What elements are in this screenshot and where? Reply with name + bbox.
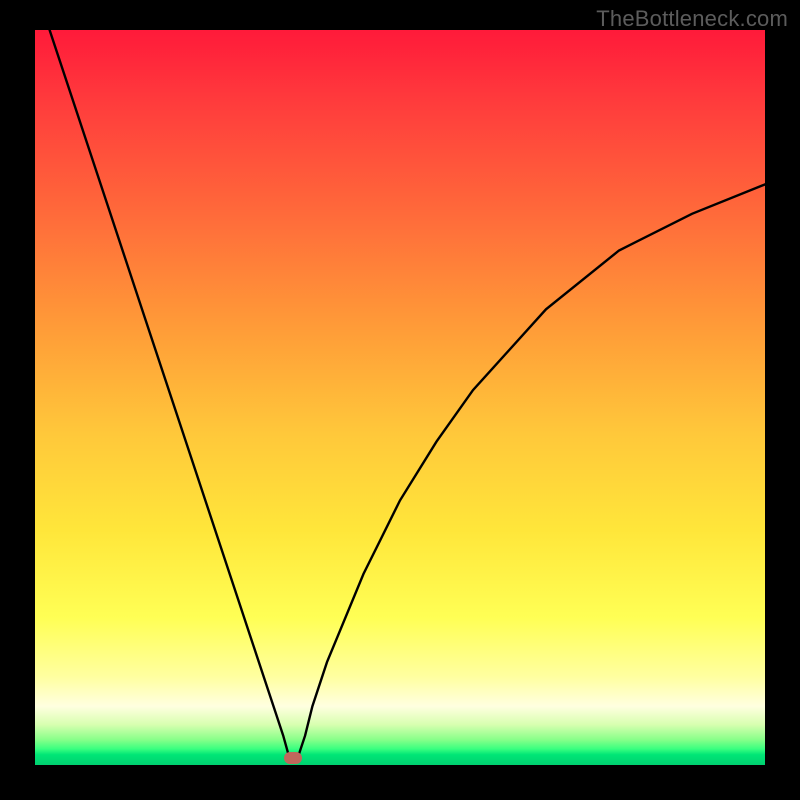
plot-area <box>35 30 765 765</box>
curve-path <box>50 30 765 761</box>
watermark-text: TheBottleneck.com <box>596 6 788 32</box>
optimum-marker <box>284 752 302 764</box>
bottleneck-curve <box>35 30 765 765</box>
